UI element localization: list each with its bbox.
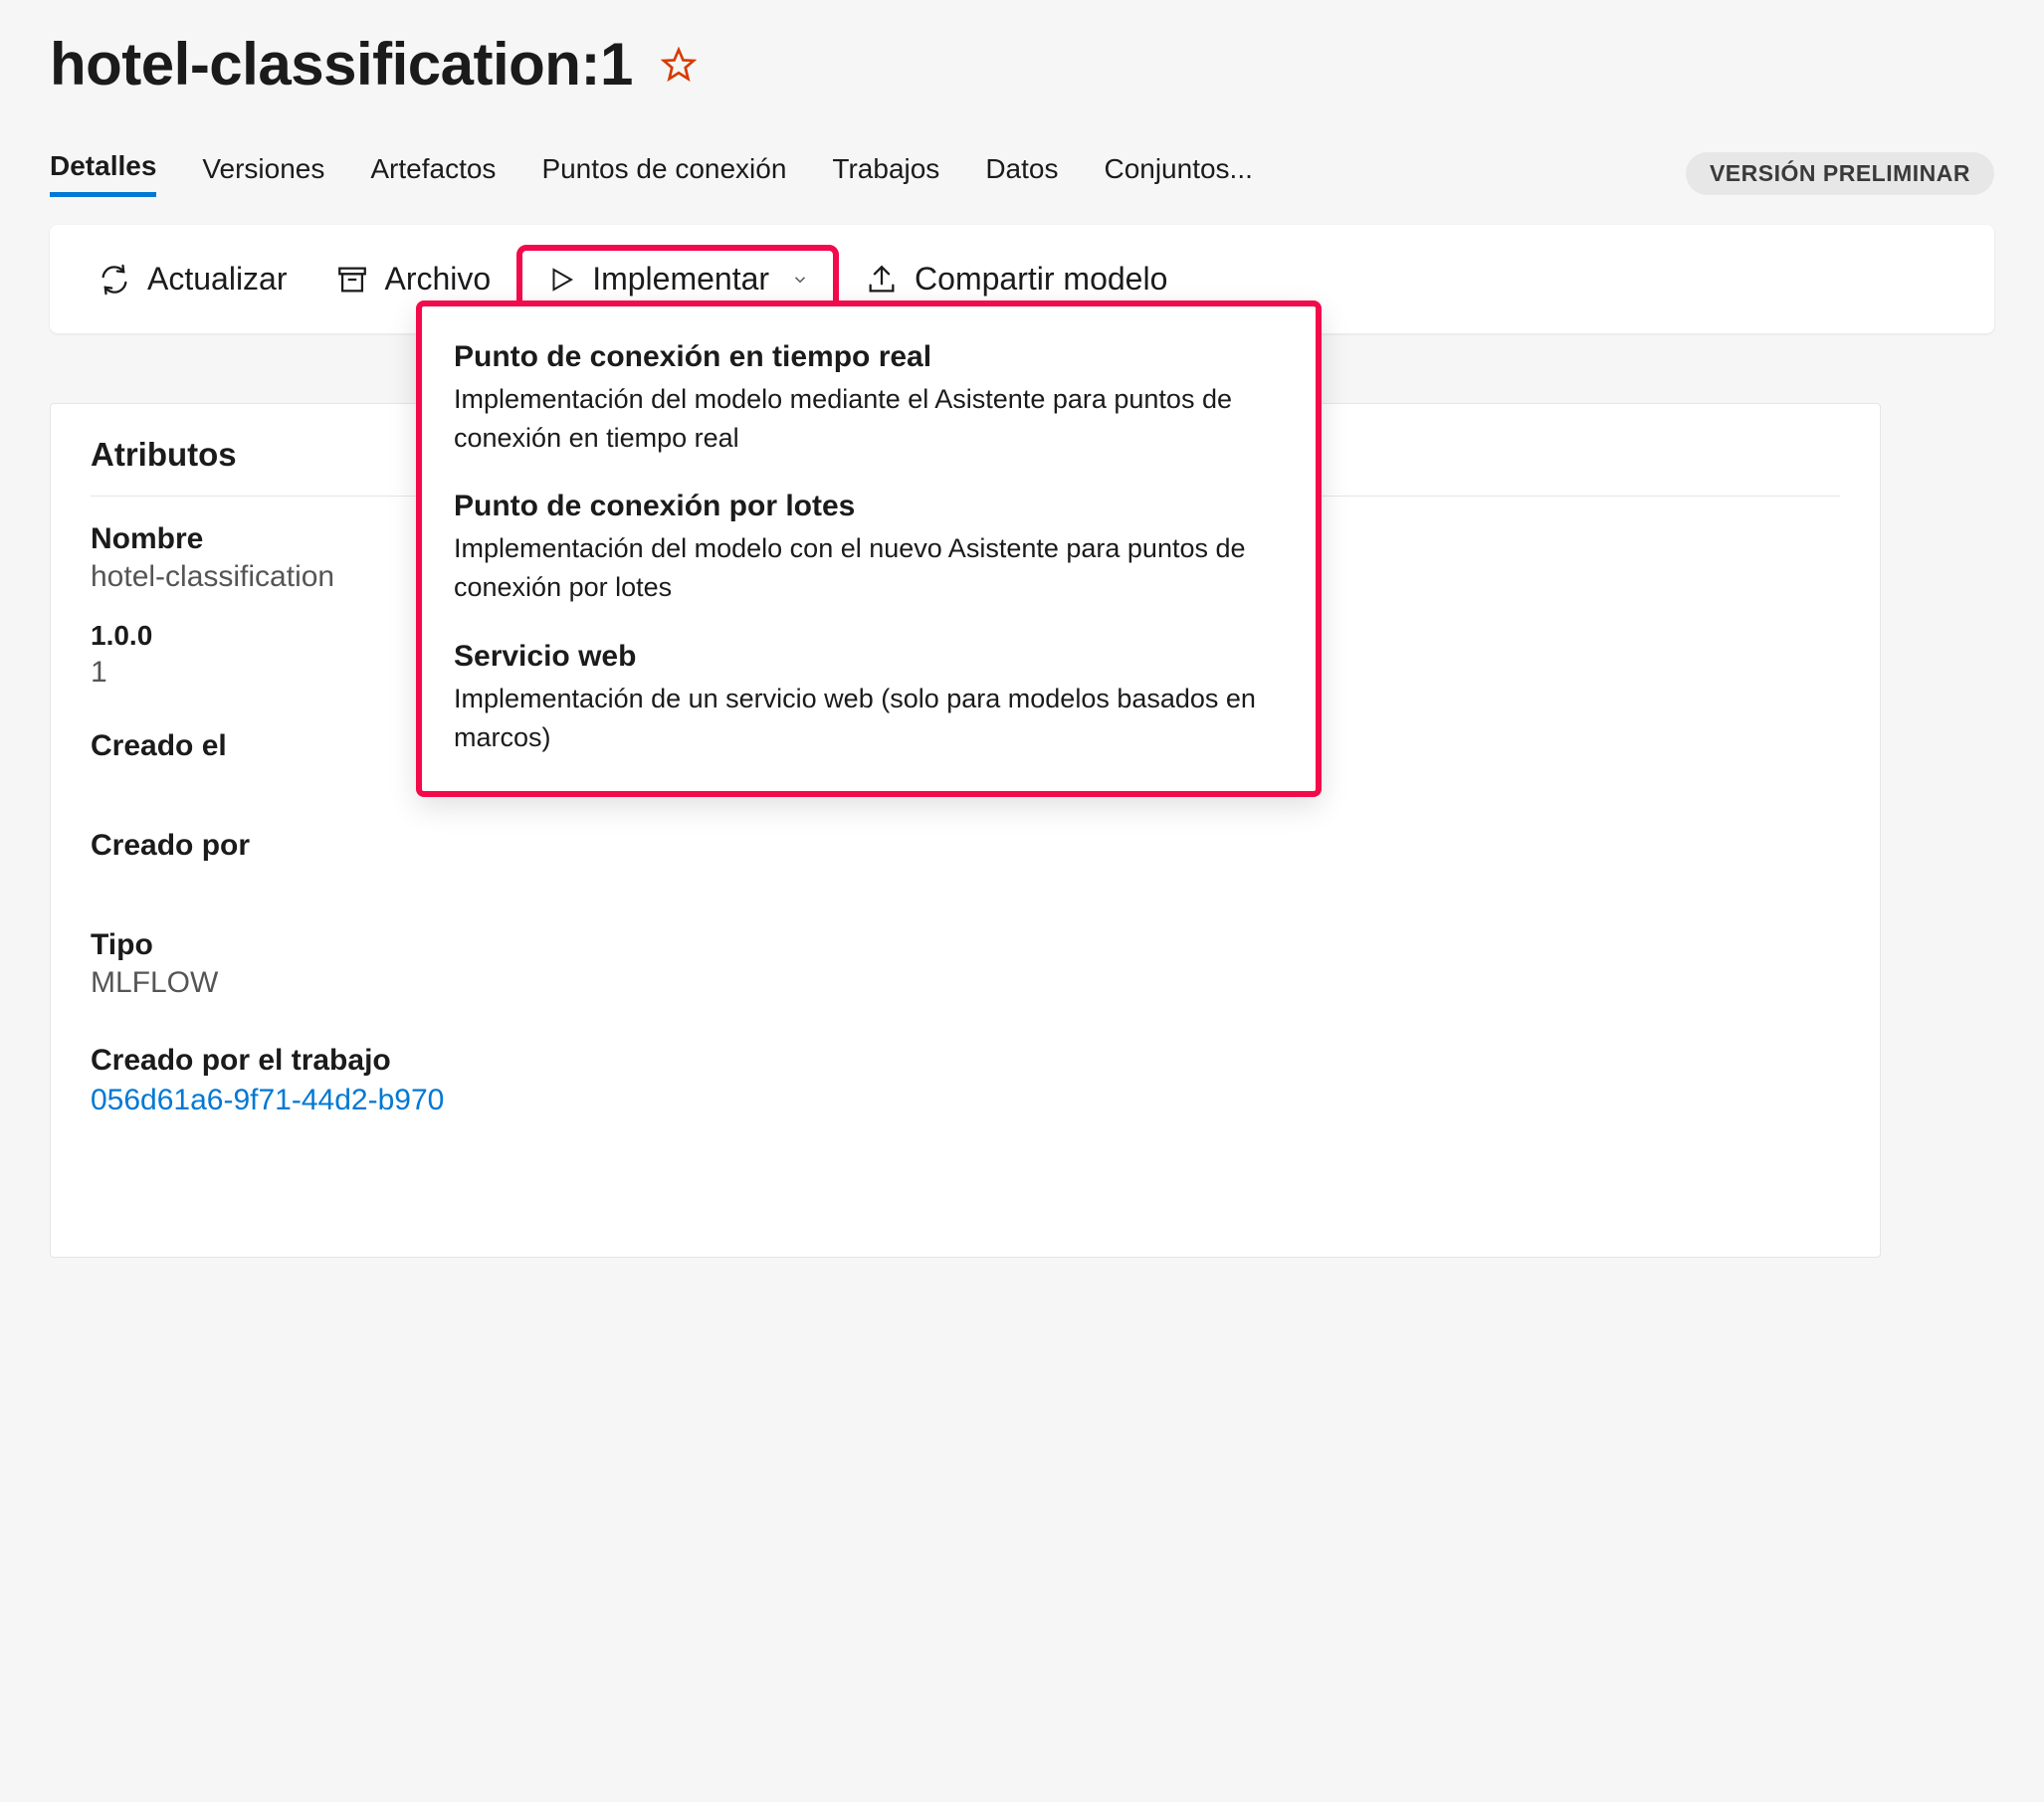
- menu-item-web-service[interactable]: Servicio web Implementación de un servic…: [454, 628, 1284, 763]
- deploy-button[interactable]: Implementar: [536, 257, 819, 301]
- deploy-label: Implementar: [592, 261, 769, 298]
- refresh-label: Actualizar: [147, 261, 288, 298]
- tab-artifacts[interactable]: Artefactos: [370, 153, 496, 195]
- attr-type-value: MLFLOW: [91, 966, 1840, 1000]
- tab-versions[interactable]: Versiones: [202, 153, 324, 195]
- favorite-star-icon[interactable]: [661, 47, 697, 83]
- chevron-down-icon: [791, 271, 809, 289]
- play-icon: [546, 265, 576, 295]
- menu-item-title: Servicio web: [454, 640, 1284, 674]
- tab-data[interactable]: Datos: [985, 153, 1058, 195]
- menu-item-title: Punto de conexión en tiempo real: [454, 340, 1284, 374]
- attr-type-label: Tipo: [91, 928, 1840, 962]
- deploy-dropdown: Punto de conexión en tiempo real Impleme…: [416, 300, 1322, 797]
- created-by-job-link[interactable]: 056d61a6-9f71-44d2-b970: [91, 1084, 444, 1117]
- tab-jobs[interactable]: Trabajos: [832, 153, 939, 195]
- share-label: Compartir modelo: [915, 261, 1167, 298]
- archive-label: Archivo: [385, 261, 492, 298]
- tabs-nav: Detalles Versiones Artefactos Puntos de …: [50, 150, 1994, 197]
- title-row: hotel-classification:1: [50, 30, 1994, 99]
- tab-datasets[interactable]: Conjuntos...: [1104, 153, 1252, 195]
- upload-icon: [865, 263, 899, 297]
- tab-details[interactable]: Detalles: [50, 150, 156, 197]
- attr-created-by-job-label: Creado por el trabajo: [91, 1044, 1840, 1078]
- menu-item-title: Punto de conexión por lotes: [454, 490, 1284, 523]
- archive-button[interactable]: Archivo: [313, 253, 513, 305]
- archive-icon: [335, 263, 369, 297]
- share-model-button[interactable]: Compartir modelo: [843, 253, 1189, 305]
- toolbar: Actualizar Archivo Implementar: [50, 225, 1994, 333]
- page-title: hotel-classification:1: [50, 30, 633, 99]
- attr-created-by-label: Creado por: [91, 829, 1840, 863]
- menu-item-batch-endpoint[interactable]: Punto de conexión por lotes Implementaci…: [454, 478, 1284, 627]
- preview-badge: VERSIÓN PRELIMINAR: [1686, 152, 1994, 195]
- menu-item-desc: Implementación de un servicio web (solo …: [454, 680, 1284, 757]
- menu-item-desc: Implementación del modelo mediante el As…: [454, 380, 1284, 458]
- menu-item-desc: Implementación del modelo con el nuevo A…: [454, 529, 1284, 607]
- refresh-button[interactable]: Actualizar: [76, 253, 309, 305]
- tab-endpoints[interactable]: Puntos de conexión: [541, 153, 786, 195]
- menu-item-realtime-endpoint[interactable]: Punto de conexión en tiempo real Impleme…: [454, 328, 1284, 478]
- refresh-icon: [98, 263, 131, 297]
